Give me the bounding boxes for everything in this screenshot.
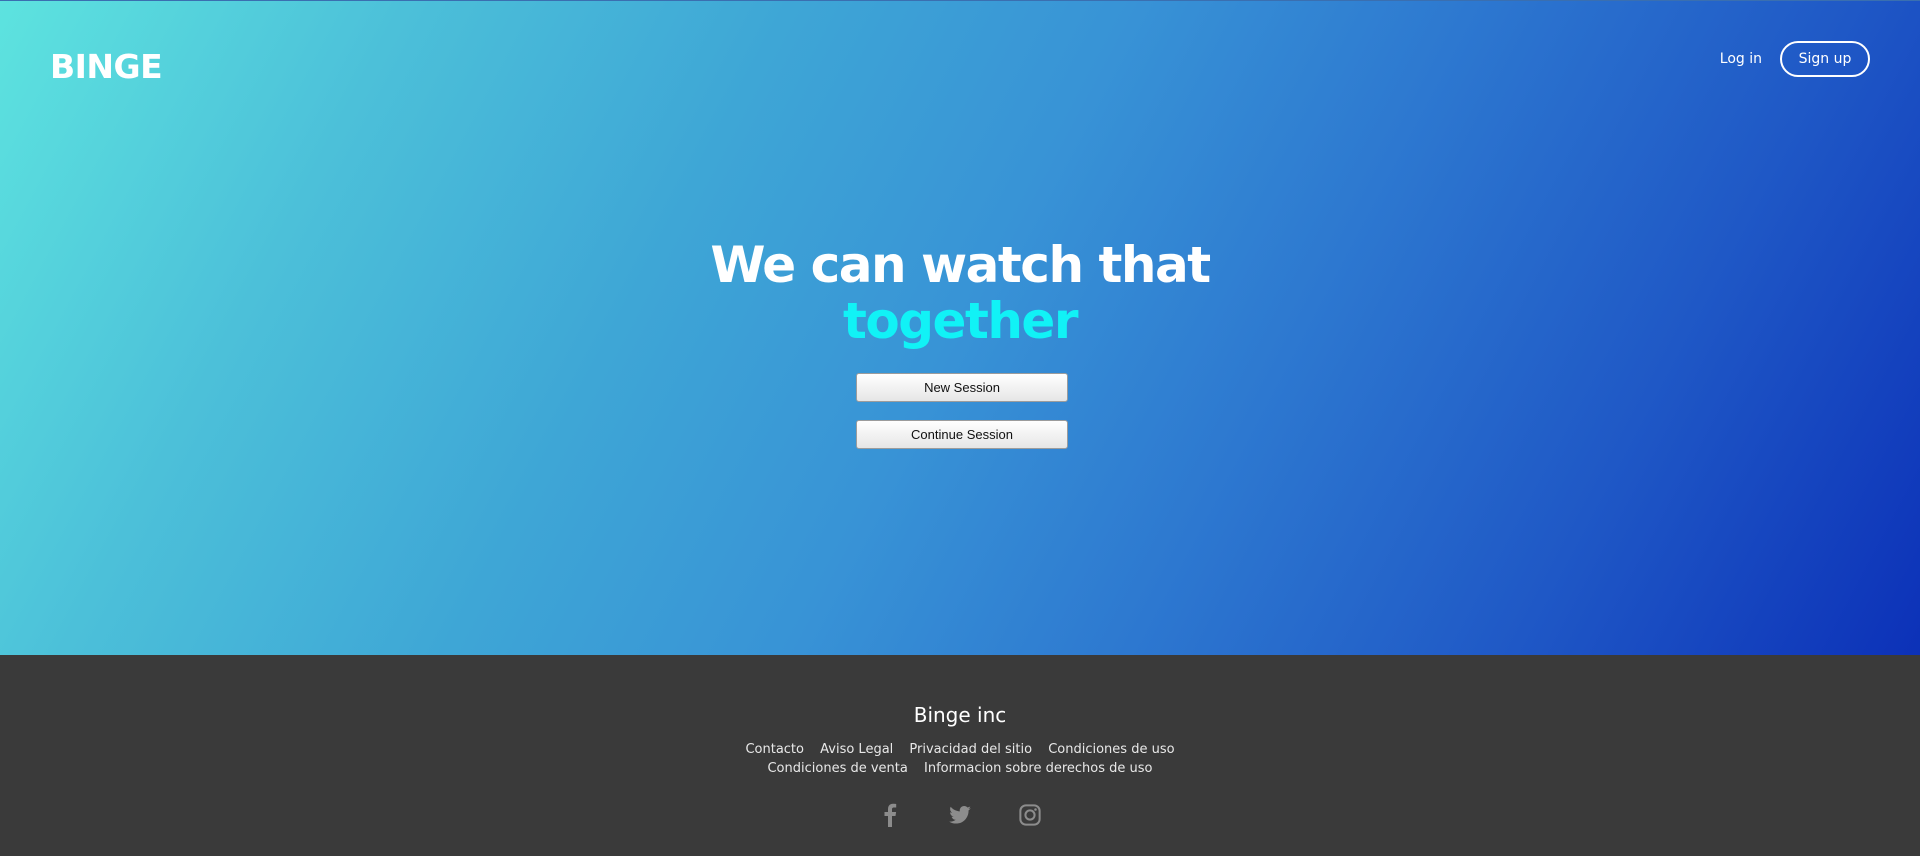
hero-section: BINGE Log in Sign up We can watch that t… [0,0,1920,655]
top-nav: Log in Sign up [1720,41,1870,77]
footer-link-privacidad[interactable]: Privacidad del sitio [909,742,1032,757]
footer-link-contacto[interactable]: Contacto [745,742,804,757]
twitter-icon[interactable] [948,803,972,827]
headline-accent: together [842,292,1079,350]
login-link[interactable]: Log in [1720,51,1762,67]
headline-line-1: We can watch that [710,236,1211,294]
footer-link-condiciones-venta[interactable]: Condiciones de venta [767,761,907,776]
social-links [0,803,1920,827]
hero-headline: We can watch that together [0,237,1920,349]
instagram-icon[interactable] [1018,803,1042,827]
facebook-icon[interactable] [878,803,902,827]
new-session-button[interactable]: New Session [856,373,1068,402]
signup-button[interactable]: Sign up [1780,41,1870,77]
footer-link-aviso-legal[interactable]: Aviso Legal [820,742,893,757]
footer-link-condiciones-uso[interactable]: Condiciones de uso [1048,742,1174,757]
footer-links-row-1: Contacto Aviso Legal Privacidad del siti… [0,742,1920,757]
logo[interactable]: BINGE [50,47,163,86]
footer-links-row-2: Condiciones de venta Informacion sobre d… [0,761,1920,776]
company-name: Binge inc [913,703,1007,727]
footer-link-derechos-uso[interactable]: Informacion sobre derechos de uso [924,761,1153,776]
footer: Binge inc Contacto Aviso Legal Privacida… [0,655,1920,856]
continue-session-button[interactable]: Continue Session [856,420,1068,449]
